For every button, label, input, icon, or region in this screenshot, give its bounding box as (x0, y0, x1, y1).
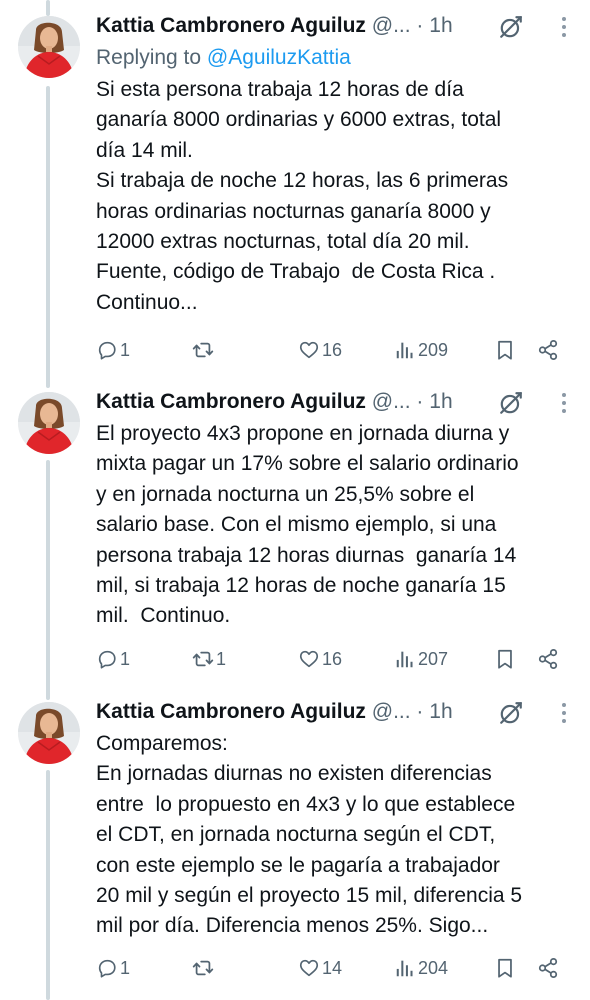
retweet-icon (192, 339, 214, 361)
avatar[interactable] (18, 702, 80, 764)
reply-count: 1 (120, 648, 131, 669)
reply-icon (96, 339, 118, 361)
share-button[interactable] (537, 953, 559, 983)
views-count: 204 (418, 957, 449, 978)
timestamp[interactable]: 1h (429, 14, 452, 37)
avatar[interactable] (18, 392, 80, 454)
like-button[interactable]: 14 (298, 953, 342, 983)
bookmark-button[interactable] (494, 644, 516, 674)
like-count: 16 (322, 648, 343, 669)
reply-count: 1 (120, 339, 131, 360)
retweet-button[interactable] (192, 335, 216, 365)
avatar-photo (18, 16, 80, 78)
bookmark-icon (494, 339, 516, 361)
like-count: 14 (322, 957, 343, 978)
more-icon[interactable] (560, 701, 568, 725)
views-button[interactable]: 209 (394, 335, 448, 365)
author-handle[interactable]: @... (372, 700, 411, 723)
like-icon (298, 648, 320, 670)
like-icon (298, 339, 320, 361)
separator-dot: · (416, 700, 424, 723)
like-icon (298, 957, 320, 979)
tweet-text: El proyecto 4x3 propone en jornada diurn… (96, 422, 519, 628)
grok-icon[interactable] (498, 700, 524, 726)
author-handle[interactable]: @... (372, 14, 411, 37)
like-button[interactable]: 16 (298, 644, 342, 674)
tweet-header: Kattia Cambronero Aguiluz @... · 1h (96, 387, 576, 417)
tweet-header: Kattia Cambronero Aguiluz @... · 1h (96, 697, 576, 727)
author-handle[interactable]: @... (372, 390, 411, 413)
retweet-button[interactable] (192, 953, 216, 983)
share-icon (537, 339, 559, 361)
share-icon (537, 957, 559, 979)
reply-count: 1 (120, 957, 131, 978)
share-icon (537, 648, 559, 670)
views-count: 207 (418, 648, 449, 669)
more-icon[interactable] (560, 391, 568, 415)
retweet-icon (192, 648, 214, 670)
views-count: 209 (418, 339, 449, 360)
views-button[interactable]: 204 (394, 953, 448, 983)
separator-dot: · (416, 14, 424, 37)
action-bar: 1 16 209 (96, 335, 566, 365)
tweet[interactable]: Kattia Cambronero Aguiluz @... · 1h Comp… (0, 694, 590, 1000)
author-name[interactable]: Kattia Cambronero Aguiluz (96, 14, 366, 37)
bookmark-icon (494, 957, 516, 979)
reply-icon (96, 648, 118, 670)
retweet-icon (192, 957, 214, 979)
timestamp[interactable]: 1h (429, 700, 452, 723)
author-name[interactable]: Kattia Cambronero Aguiluz (96, 700, 366, 723)
replying-to-link[interactable]: @AguiluzKattia (207, 46, 351, 69)
grok-icon[interactable] (498, 390, 524, 416)
reply-button[interactable]: 1 (96, 335, 130, 365)
retweet-button[interactable]: 1 (192, 644, 226, 674)
bookmark-icon (494, 648, 516, 670)
share-button[interactable] (537, 335, 559, 365)
bookmark-button[interactable] (494, 335, 516, 365)
reply-button[interactable]: 1 (96, 644, 130, 674)
views-icon (394, 648, 416, 670)
like-count: 16 (322, 339, 343, 360)
bookmark-button[interactable] (494, 953, 516, 983)
tweet-header: Kattia Cambronero Aguiluz @... · 1h (96, 11, 576, 41)
views-icon (394, 957, 416, 979)
replying-to-label: Replying to (96, 46, 207, 69)
tweet-text: Si esta persona trabaja 12 horas de día … (96, 78, 509, 314)
more-icon[interactable] (560, 15, 568, 39)
tweet[interactable]: Kattia Cambronero Aguiluz @... · 1h Repl… (0, 0, 590, 384)
action-bar: 1 1 16 207 (96, 644, 566, 674)
separator-dot: · (416, 390, 424, 413)
replying-to: Replying to @AguiluzKattia (96, 43, 576, 73)
views-icon (394, 339, 416, 361)
tweet-text: Comparemos: En jornadas diurnas no exist… (96, 732, 523, 938)
avatar-photo (18, 392, 80, 454)
reply-icon (96, 957, 118, 979)
grok-icon[interactable] (498, 14, 524, 40)
avatar-photo (18, 702, 80, 764)
views-button[interactable]: 207 (394, 644, 448, 674)
author-name[interactable]: Kattia Cambronero Aguiluz (96, 390, 366, 413)
avatar[interactable] (18, 16, 80, 78)
share-button[interactable] (537, 644, 559, 674)
reply-button[interactable]: 1 (96, 953, 130, 983)
retweet-count: 1 (216, 648, 227, 669)
tweet[interactable]: Kattia Cambronero Aguiluz @... · 1h El p… (0, 384, 590, 694)
timestamp[interactable]: 1h (429, 390, 452, 413)
action-bar: 1 14 204 (96, 953, 566, 983)
like-button[interactable]: 16 (298, 335, 342, 365)
